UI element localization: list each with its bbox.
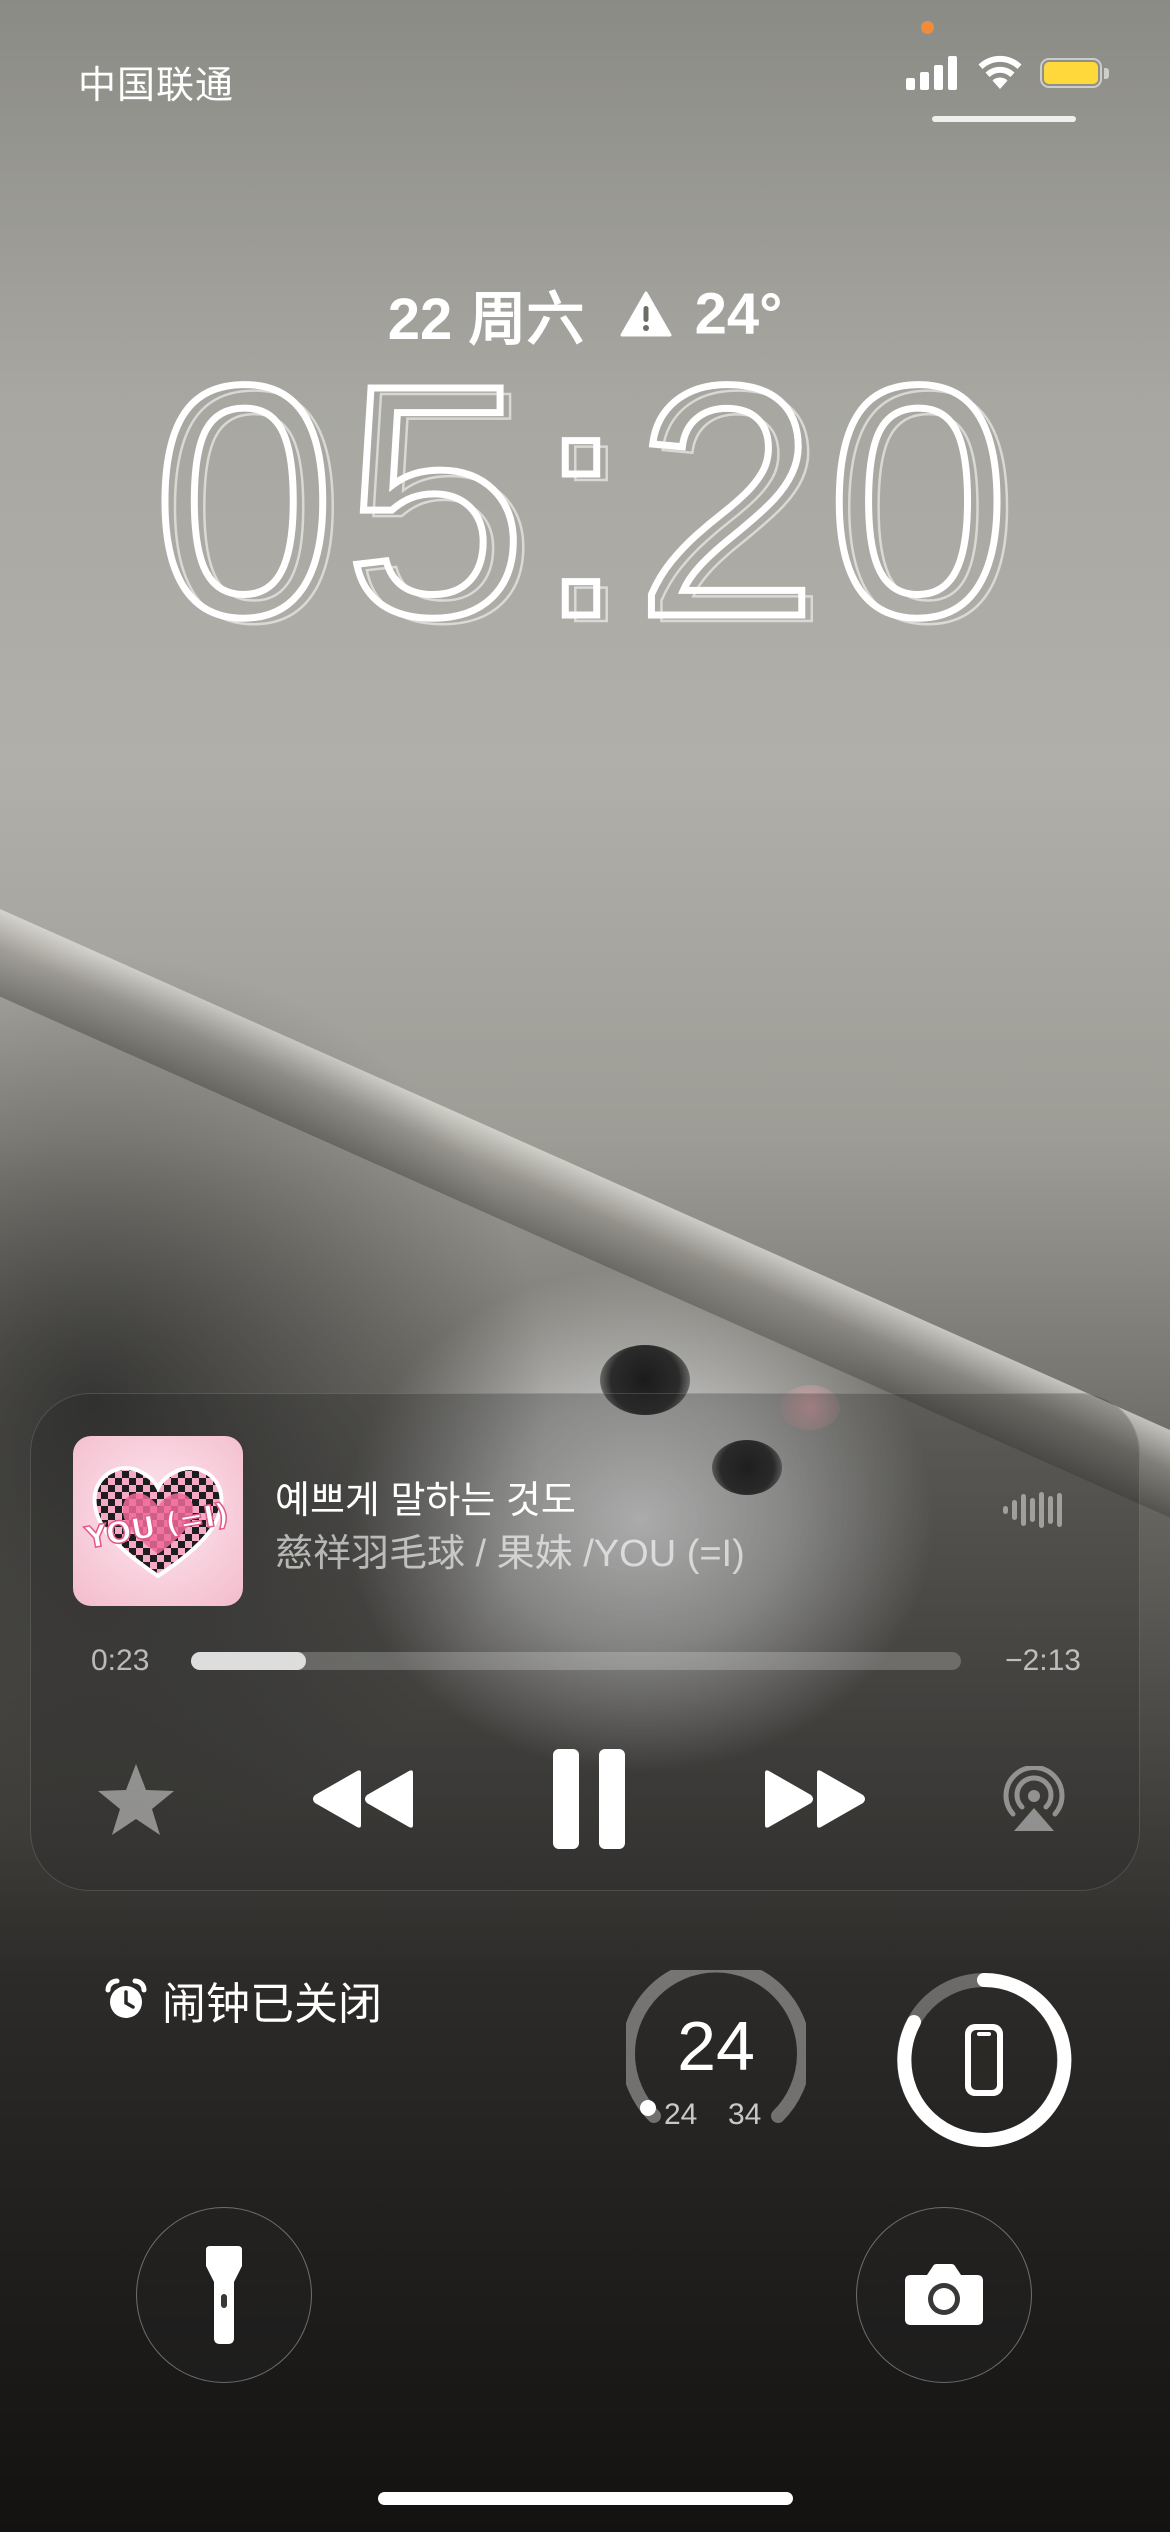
home-indicator[interactable] bbox=[378, 2492, 793, 2505]
warning-triangle-icon bbox=[620, 291, 672, 337]
alarm-clock-icon bbox=[105, 1978, 147, 2018]
pause-icon bbox=[553, 1749, 625, 1849]
battery-icon bbox=[1040, 58, 1110, 90]
elapsed-time: 0:23 bbox=[91, 1644, 150, 1677]
clock-time-inner: 05:20 bbox=[162, 340, 1028, 660]
artwork-heart-icon: YOU (=I) bbox=[81, 1466, 232, 1579]
playback-progress bbox=[191, 1652, 306, 1670]
favorite-star-icon bbox=[98, 1764, 174, 1835]
temperature-high: 34 bbox=[728, 2098, 762, 2131]
temperature-low: 24 bbox=[664, 2098, 698, 2131]
temperature-gauge-widget[interactable]: 24 24 34 bbox=[621, 1958, 811, 2150]
rewind-icon bbox=[313, 1770, 413, 1828]
temperature-current: 24 bbox=[677, 2007, 755, 2085]
airplay-button[interactable] bbox=[991, 1744, 1077, 1854]
album-artwork[interactable]: YOU (=I) bbox=[73, 1436, 243, 1606]
favorite-button[interactable] bbox=[93, 1744, 179, 1854]
iphone-icon bbox=[965, 2024, 1003, 2096]
carrier-name: 中国联通 bbox=[78, 65, 235, 107]
flashlight-icon bbox=[206, 2246, 242, 2344]
status-bar-underline bbox=[932, 116, 1076, 122]
fast-forward-icon bbox=[765, 1770, 865, 1828]
fast-forward-button[interactable] bbox=[755, 1744, 875, 1854]
flashlight-button[interactable] bbox=[136, 2207, 312, 2383]
camera-icon bbox=[905, 2264, 983, 2325]
device-battery-widget[interactable] bbox=[894, 1970, 1074, 2150]
temperature-label: 24° bbox=[694, 281, 783, 347]
alarm-status-label: 闹钟已关闭 bbox=[162, 1980, 382, 2029]
now-playing-card[interactable]: YOU (=I) 예쁘게 말하는 것도 慈祥羽毛球 / 果妹 /YOU (=I)… bbox=[30, 1393, 1140, 1891]
cellular-signal-icon bbox=[906, 56, 960, 90]
alarm-widget[interactable]: 闹钟已关闭 bbox=[104, 1968, 382, 2032]
remaining-time: −2:13 bbox=[1005, 1644, 1081, 1677]
playback-scrubber[interactable] bbox=[191, 1652, 961, 1670]
wifi-icon bbox=[978, 55, 1022, 89]
camera-button[interactable] bbox=[856, 2207, 1032, 2383]
privacy-indicator bbox=[921, 21, 934, 34]
waveform-icon bbox=[1003, 1492, 1062, 1528]
song-title[interactable]: 예쁘게 말하는 것도 bbox=[275, 1469, 576, 1524]
airplay-icon bbox=[1003, 1766, 1065, 1831]
rewind-button[interactable] bbox=[303, 1744, 423, 1854]
pause-button[interactable] bbox=[546, 1744, 632, 1854]
song-artist-album[interactable]: 慈祥羽毛球 / 果妹 /YOU (=I) bbox=[275, 1522, 745, 1577]
status-bar: 中国联通 bbox=[0, 0, 1170, 130]
lock-screen-clock[interactable]: 05:20 05:20 bbox=[0, 340, 1170, 660]
battery-ring bbox=[897, 1972, 1072, 2147]
